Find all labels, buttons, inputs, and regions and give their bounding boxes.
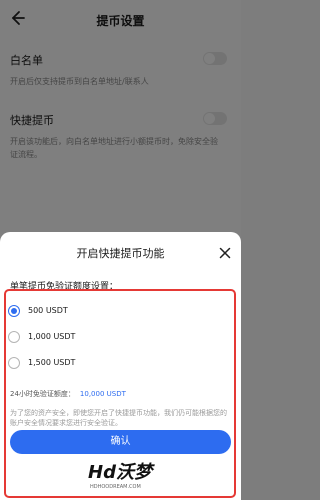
watermark-sub: HDHOODREAM.COM bbox=[90, 484, 141, 490]
sheet-title: 开启快捷提币功能 bbox=[76, 247, 165, 260]
watermark-text: Hd沃梦 bbox=[88, 462, 152, 483]
close-icon[interactable] bbox=[219, 244, 231, 259]
watermark-logo: Hd沃梦 HDHOODREAM.COM bbox=[88, 458, 158, 498]
